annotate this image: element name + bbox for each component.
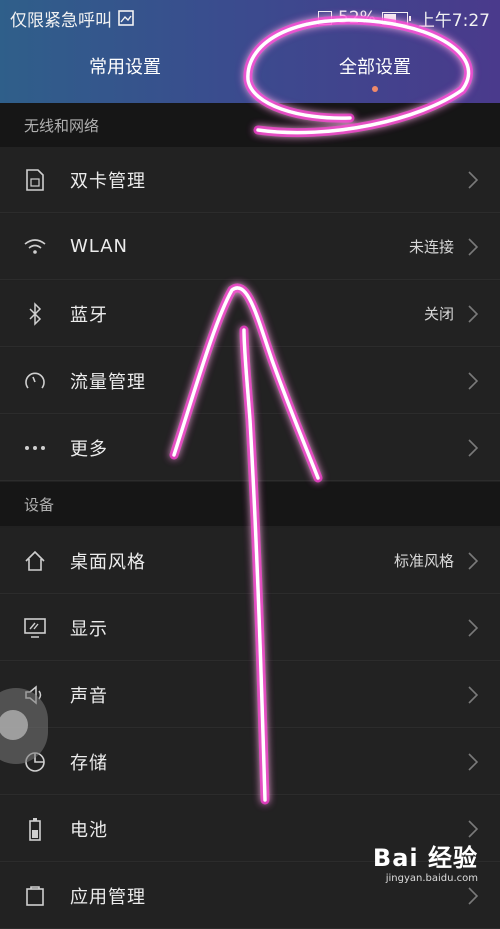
tab-all-settings[interactable]: 全部设置 [250, 48, 500, 92]
header: 仅限紧急呼叫 52% 上午7:27 常用设置 全部设置 [0, 0, 500, 103]
row-data-usage[interactable]: 流量管理 [0, 348, 500, 414]
apps-icon [26, 885, 44, 906]
section-header-device: 设备 [0, 482, 500, 526]
row-dual-sim[interactable]: 双卡管理 [0, 147, 500, 213]
row-display[interactable]: 显示 [0, 595, 500, 661]
data-usage-icon [25, 372, 45, 389]
chevron-right-icon [468, 752, 478, 771]
status-bar: 仅限紧急呼叫 52% 上午7:27 [0, 0, 500, 36]
row-label: 存储 [70, 752, 108, 774]
tab-common-settings[interactable]: 常用设置 [0, 48, 250, 92]
chevron-right-icon [468, 371, 478, 390]
sim-card-icon [318, 11, 333, 25]
baidu-watermark: Bai 经验 jingyan.baidu.com [373, 838, 478, 884]
row-label: 声音 [70, 685, 108, 707]
chevron-right-icon [468, 551, 478, 570]
chevron-right-icon [468, 886, 478, 905]
battery-icon [29, 817, 41, 841]
active-tab-indicator [372, 86, 378, 92]
tab-bar: 常用设置 全部设置 [0, 48, 500, 92]
sim-card-icon [26, 168, 44, 191]
row-label: 应用管理 [70, 886, 146, 908]
row-label: 显示 [70, 618, 108, 640]
row-sound[interactable]: 声音 [0, 662, 500, 728]
row-value: 关闭 [423, 305, 454, 323]
row-value: 未连接 [408, 238, 454, 256]
row-storage[interactable]: 存储 [0, 729, 500, 795]
bluetooth-icon [29, 301, 42, 326]
chevron-right-icon [468, 170, 478, 189]
home-icon [25, 550, 45, 571]
chevron-right-icon [468, 304, 478, 323]
row-value: 标准风格 [393, 552, 454, 570]
chevron-right-icon [468, 618, 478, 637]
chevron-right-icon [468, 685, 478, 704]
image-notification-icon [118, 10, 134, 26]
row-label: 双卡管理 [70, 170, 146, 192]
more-icon [25, 445, 45, 450]
row-label: 流量管理 [70, 371, 146, 393]
battery-icon [381, 11, 411, 25]
row-wlan[interactable]: WLAN 未连接 [0, 214, 500, 280]
watermark-url: jingyan.baidu.com [385, 873, 478, 884]
row-label: 更多 [70, 438, 108, 460]
row-more[interactable]: 更多 [0, 415, 500, 481]
row-label: WLAN [70, 236, 129, 257]
row-bluetooth[interactable]: 蓝牙 关闭 [0, 281, 500, 347]
wifi-icon [24, 238, 46, 254]
row-desktop-style[interactable]: 桌面风格 标准风格 [0, 528, 500, 594]
carrier-text: 仅限紧急呼叫 [10, 10, 112, 31]
battery-percent: 52% [338, 8, 376, 28]
display-icon [24, 617, 46, 638]
watermark-brand: Bai 经验 [372, 844, 478, 872]
chevron-right-icon [468, 819, 478, 838]
row-label: 桌面风格 [70, 551, 146, 573]
chevron-right-icon [468, 438, 478, 457]
section-header-wireless: 无线和网络 [0, 103, 500, 147]
row-label: 蓝牙 [70, 304, 108, 326]
chevron-right-icon [468, 237, 478, 256]
clock: 上午7:27 [417, 10, 490, 31]
